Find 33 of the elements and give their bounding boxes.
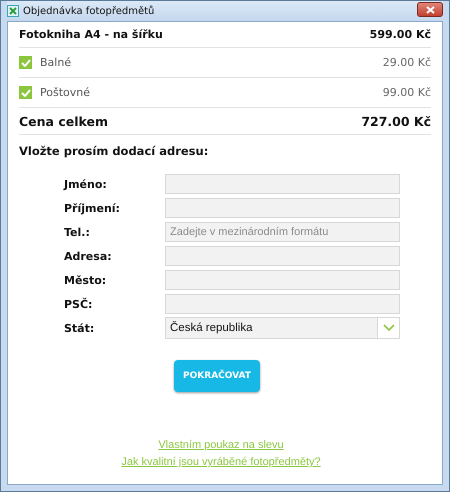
field-label: Adresa: xyxy=(63,250,113,262)
product-name: Fotokniha A4 - na šířku xyxy=(19,28,163,41)
field-label: Příjmení: xyxy=(63,202,121,214)
total-label: Cena celkem xyxy=(19,114,108,128)
input-field[interactable] xyxy=(165,294,400,314)
input-field[interactable] xyxy=(165,246,400,266)
chevron-down-icon xyxy=(382,324,394,332)
extra-price: 29.00 Kč xyxy=(382,56,431,69)
input-field[interactable] xyxy=(165,174,400,194)
input-field[interactable] xyxy=(165,198,400,218)
checkbox[interactable] xyxy=(19,86,32,99)
close-button[interactable] xyxy=(417,2,443,17)
input-field[interactable]: Zadejte v mezinárodním formátu xyxy=(165,222,400,242)
field-label: Stát: xyxy=(63,322,96,334)
app-icon xyxy=(7,5,19,17)
total-price: 727.00 Kč xyxy=(361,114,431,128)
field-label: Město: xyxy=(63,274,108,286)
window-title: Objednávka fotopředmětů xyxy=(23,6,156,16)
field-label: Tel.: xyxy=(63,226,91,238)
product-price: 599.00 Kč xyxy=(370,28,431,41)
continue-button[interactable]: POKRAČOVAT xyxy=(174,360,260,392)
link[interactable]: Vlastním poukaz na slevu xyxy=(158,439,284,451)
country-dropdown[interactable]: Česká republika xyxy=(165,317,400,339)
field-label: Jméno: xyxy=(62,178,108,190)
extra-label: Balné xyxy=(40,56,72,69)
extra-price: 99.00 Kč xyxy=(382,86,431,99)
extra-label: Poštovné xyxy=(40,86,91,99)
link[interactable]: Jak kvalitní jsou vyráběné fotopředměty? xyxy=(121,456,321,468)
checkbox[interactable] xyxy=(19,56,32,69)
field-label: PSČ: xyxy=(63,298,94,310)
input-field[interactable] xyxy=(165,270,400,290)
close-icon xyxy=(426,6,434,14)
address-heading: Vložte prosím dodací adresu: xyxy=(19,144,210,158)
